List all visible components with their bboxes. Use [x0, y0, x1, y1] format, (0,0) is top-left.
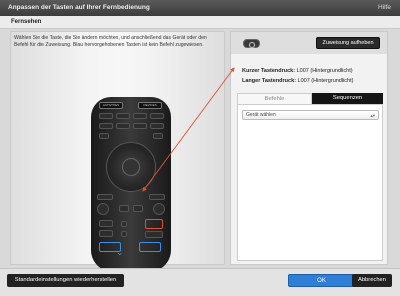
section-header: Fernsehen [0, 16, 400, 29]
remote-button[interactable] [121, 231, 127, 237]
long-press-info: Langer Tastendruck: L007 (Hintergrundlic… [242, 78, 353, 84]
remote-button[interactable] [133, 113, 147, 119]
chevron-down-icon[interactable]: ⌄ [116, 247, 124, 258]
remote-button[interactable] [150, 123, 164, 129]
remote-button[interactable] [116, 113, 130, 119]
remote-button[interactable] [99, 133, 109, 139]
device-select[interactable]: Gerät wählen ▴▾ [242, 110, 379, 120]
remote-button[interactable] [99, 123, 113, 129]
remote-button[interactable] [99, 220, 113, 227]
window-title: Anpassen der Tasten auf Ihrer Fernbedien… [8, 4, 150, 11]
remote-button[interactable] [119, 205, 129, 212]
remote-ok-button[interactable] [122, 158, 140, 176]
remote-button[interactable] [121, 221, 127, 227]
remote-button[interactable] [150, 113, 164, 119]
remote-dpad[interactable] [106, 142, 156, 192]
assignment-toolbar: Zuweisung aufheben [231, 32, 387, 54]
remote-button[interactable] [153, 203, 165, 215]
unassigned-button-right[interactable] [139, 242, 161, 252]
remote-button[interactable] [116, 123, 130, 129]
cancel-button[interactable]: Abbrechen [352, 274, 392, 287]
remote-button[interactable] [99, 113, 113, 119]
remote-button[interactable] [99, 230, 113, 237]
remote-control-image: ACTIVITIES DEVICES [91, 97, 171, 272]
toggle-icon[interactable] [243, 39, 260, 48]
title-bar: Anpassen der Tasten auf Ihrer Fernbedien… [0, 0, 400, 16]
select-arrows-icon: ▴▾ [370, 113, 375, 118]
short-press-info: Kurzer Tastendruck: L007 (Hintergrundlic… [242, 68, 353, 74]
short-press-value: L007 (Hintergrundlicht) [296, 68, 353, 74]
tab-sequences[interactable]: Sequenzen [312, 93, 383, 104]
remote-button[interactable] [97, 203, 109, 215]
long-press-label: Langer Tastendruck: [242, 78, 296, 84]
assignment-panel: Zuweisung aufheben Kurzer Tastendruck: L… [230, 31, 388, 265]
remote-panel: Wählen Sie die Taste, die Sie ändern möc… [10, 31, 225, 272]
short-press-label: Kurzer Tastendruck: [242, 68, 296, 74]
device-select-value: Gerät wählen [246, 112, 276, 118]
unassign-button[interactable]: Zuweisung aufheben [316, 37, 380, 49]
ok-button[interactable]: OK [288, 274, 355, 287]
footer-bar: Standardeinstellungen wiederherstellen O… [0, 268, 400, 296]
remote-button[interactable] [133, 123, 147, 129]
help-link[interactable]: Hilfe [378, 4, 391, 11]
remote-activities-button[interactable]: ACTIVITIES [99, 102, 123, 109]
tab-commands[interactable]: Befehle [237, 93, 312, 104]
selected-backlight-button[interactable] [145, 219, 163, 229]
remote-button[interactable] [133, 205, 143, 212]
long-press-value: L007 (Hintergrundlicht) [297, 78, 354, 84]
remote-button[interactable] [97, 194, 113, 200]
remote-devices-button[interactable]: DEVICES [138, 102, 162, 109]
remote-button[interactable] [153, 133, 163, 139]
remote-button[interactable] [145, 231, 163, 238]
remote-button[interactable] [149, 194, 165, 200]
instructions-text: Wählen Sie die Taste, die Sie ändern möc… [14, 35, 207, 49]
restore-defaults-button[interactable]: Standardeinstellungen wiederherstellen [7, 274, 124, 287]
section-title: Fernsehen [11, 19, 42, 25]
tab-content: Gerät wählen ▴▾ [237, 104, 383, 261]
tab-bar: Befehle Sequenzen [237, 93, 383, 104]
